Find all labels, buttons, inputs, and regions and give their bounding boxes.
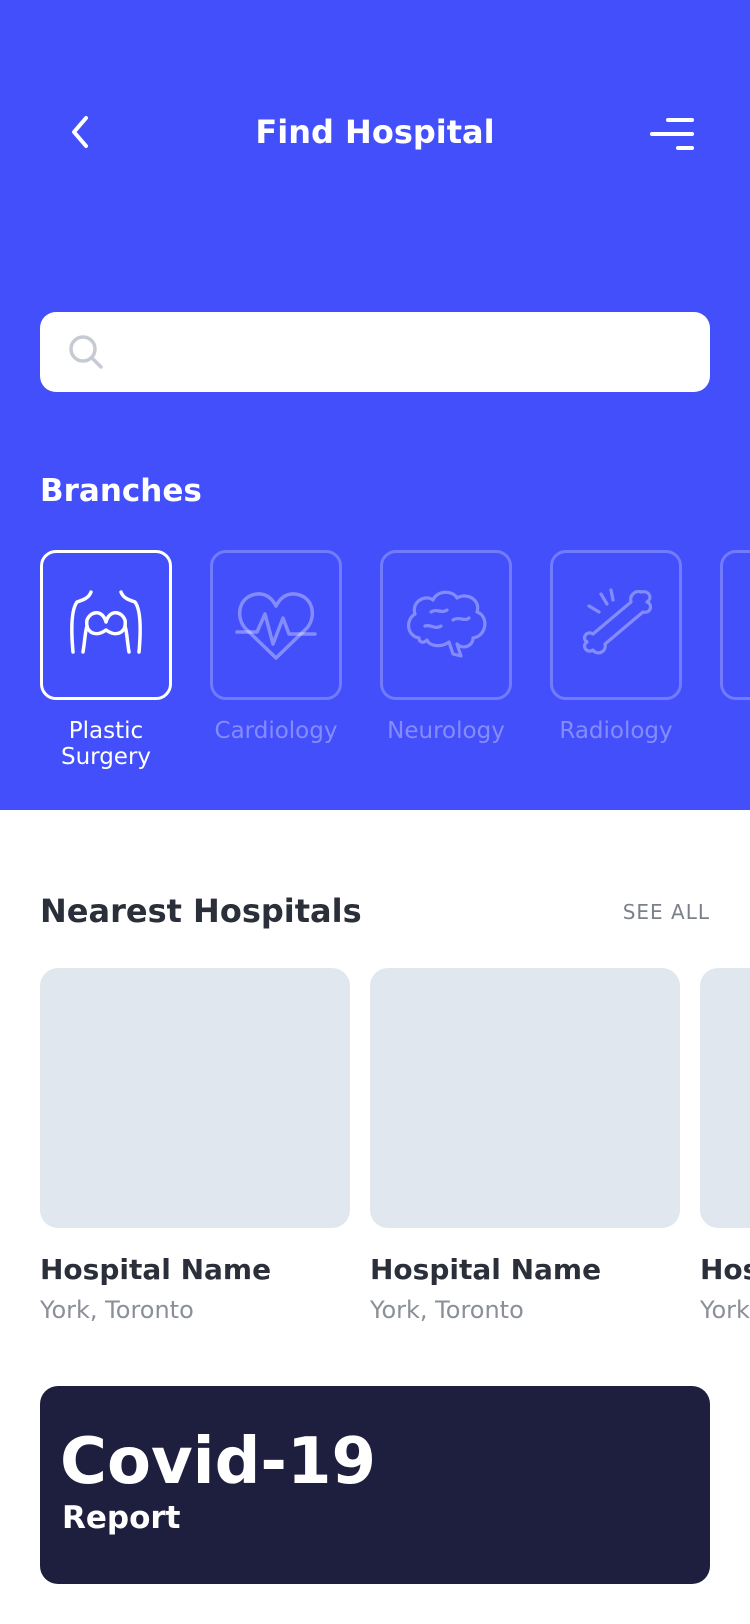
branch-label: Radiology	[559, 718, 673, 744]
partial-icon	[741, 580, 750, 670]
hospital-location: York, Toronto	[40, 1296, 194, 1324]
hospital-location: York, Toronto	[370, 1296, 524, 1324]
bone-icon	[582, 588, 653, 655]
branch-tile	[40, 550, 172, 700]
branch-label: Plastic Surgery	[60, 718, 152, 770]
hospital-name: Hospital Name	[370, 1253, 602, 1286]
branch-cardiology[interactable]: Cardiology	[210, 550, 342, 744]
branch-neurology[interactable]: Neurology	[380, 550, 512, 744]
hospital-image-placeholder	[370, 968, 680, 1228]
branch-label: Neurology	[387, 718, 505, 744]
nearest-hospitals-title: Nearest Hospitals	[40, 892, 362, 930]
hospitals-carousel[interactable]: Hospital Name York, Toronto Hospital Nam…	[40, 968, 750, 1328]
chevron-left-icon	[72, 116, 88, 148]
body-icon	[70, 590, 142, 654]
header-hero: Find Hospital Branches Plastic Surgery C…	[0, 0, 750, 810]
branch-tile	[720, 550, 750, 700]
back-button[interactable]	[52, 108, 108, 156]
branch-radiology[interactable]: Radiology	[550, 550, 682, 744]
page-title: Find Hospital	[255, 113, 495, 151]
search-bar[interactable]	[40, 312, 710, 394]
branch-tile	[550, 550, 682, 700]
branch-tile	[210, 550, 342, 700]
hospital-card[interactable]: Hospital Name York, Toronto	[700, 968, 750, 1326]
search-input[interactable]	[124, 312, 688, 394]
brain-icon	[407, 590, 487, 658]
branch-label: U	[720, 718, 750, 744]
hospital-card[interactable]: Hospital Name York, Toronto	[370, 968, 680, 1326]
branch-partial[interactable]: U	[720, 550, 750, 744]
menu-icon	[650, 118, 694, 150]
branches-title: Branches	[40, 473, 202, 509]
branch-label: Cardiology	[214, 718, 338, 744]
hospital-card[interactable]: Hospital Name York, Toronto	[40, 968, 350, 1326]
branch-plastic-surgery[interactable]: Plastic Surgery	[40, 550, 172, 770]
branches-carousel[interactable]: Plastic Surgery Cardiology Neurology Rad…	[40, 550, 750, 780]
heart-pulse-icon	[235, 592, 317, 660]
covid-card-title: Covid-19	[60, 1425, 377, 1499]
branch-tile	[380, 550, 512, 700]
hospital-image-placeholder	[700, 968, 750, 1228]
covid-report-card[interactable]: Covid-19 Report	[40, 1386, 710, 1584]
menu-button[interactable]	[640, 108, 704, 160]
see-all-link[interactable]: SEE ALL	[623, 898, 710, 926]
hospital-location: York, Toronto	[700, 1296, 750, 1324]
covid-card-subtitle: Report	[62, 1500, 181, 1536]
hospital-name: Hospital Name	[700, 1253, 750, 1286]
search-icon	[69, 335, 103, 369]
hospital-name: Hospital Name	[40, 1253, 272, 1286]
hospital-image-placeholder	[40, 968, 350, 1228]
